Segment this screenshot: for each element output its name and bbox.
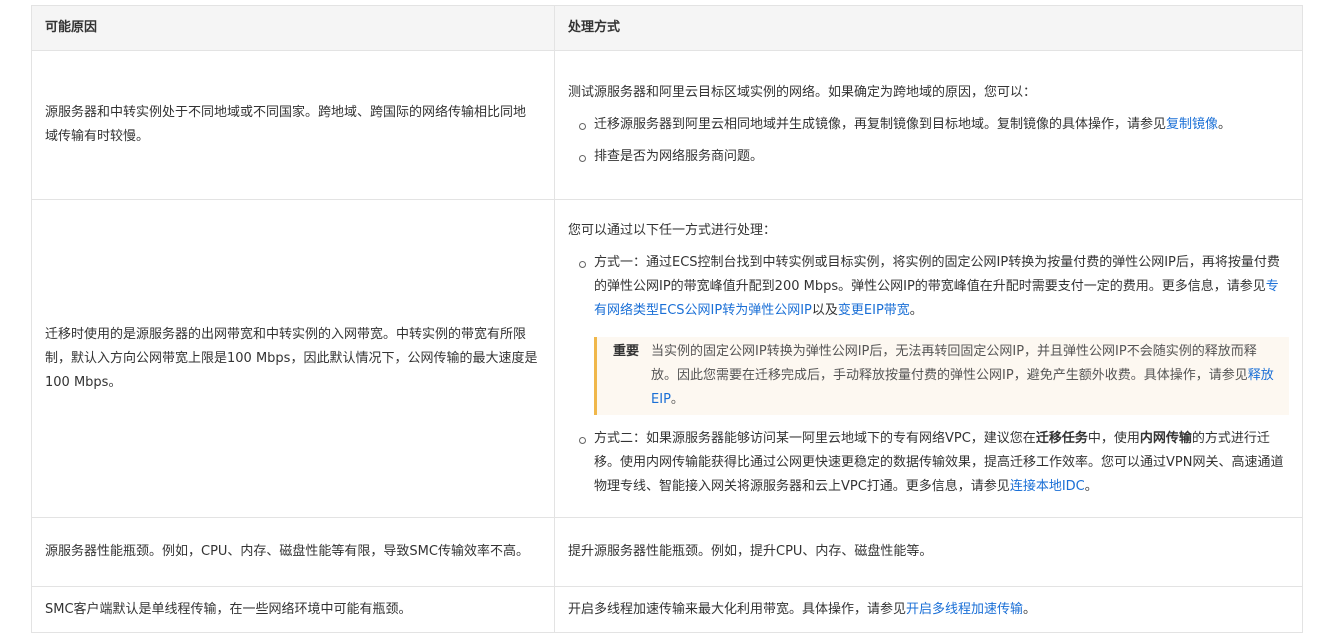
solution-intro: 您可以通过以下任一方式进行处理： bbox=[568, 222, 777, 238]
column-header-cause: 可能原因 bbox=[31, 5, 555, 51]
column-header-solution: 处理方式 bbox=[554, 5, 1303, 51]
list-item: 方式一：通过ECS控制台找到中转实例或目标实例，将实例的固定公网IP转换为按量付… bbox=[568, 251, 1289, 415]
troubleshooting-table: 可能原因 处理方式 源服务器和中转实例处于不同地域或不同国家。跨地域、跨国际的网… bbox=[31, 5, 1303, 633]
solution-list: 方式一：通过ECS控制台找到中转实例或目标实例，将实例的固定公网IP转换为按量付… bbox=[568, 251, 1289, 499]
cause-cell: 源服务器和中转实例处于不同地域或不同国家。跨地域、跨国际的网络传输相比同地域传输… bbox=[31, 50, 555, 200]
important-note: 重要 当实例的固定公网IP转换为弹性公网IP后，无法再转回固定公网IP，并且弹性… bbox=[594, 336, 1289, 415]
note-body: 当实例的固定公网IP转换为弹性公网IP后，无法再转回固定公网IP，并且弹性公网I… bbox=[651, 343, 1274, 407]
solution-cell: 您可以通过以下任一方式进行处理： 方式一：通过ECS控制台找到中转实例或目标实例… bbox=[554, 199, 1303, 518]
cause-cell: 迁移时使用的是源服务器的出网带宽和中转实例的入网带宽。中转实例的带宽有所限制，默… bbox=[31, 199, 555, 518]
intranet-transfer-term: 内网传输 bbox=[1139, 430, 1192, 446]
solution-intro: 测试源服务器和阿里云目标区域实例的网络。如果确定为跨地域的原因，您可以： bbox=[568, 85, 1037, 100]
list-item: 迁移源服务器到阿里云相同地域并生成镜像，再复制镜像到目标地域。复制镜像的具体操作… bbox=[568, 113, 1289, 137]
solution-list: 迁移源服务器到阿里云相同地域并生成镜像，再复制镜像到目标地域。复制镜像的具体操作… bbox=[568, 113, 1289, 169]
table-row: 迁移时使用的是源服务器的出网带宽和中转实例的入网带宽。中转实例的带宽有所限制，默… bbox=[31, 199, 1303, 518]
cause-cell: SMC客户端默认是单线程传输，在一些网络环境中可能有瓶颈。 bbox=[31, 586, 555, 633]
change-eip-bandwidth-link[interactable]: 变更EIP带宽 bbox=[838, 303, 910, 318]
table-header-row: 可能原因 处理方式 bbox=[31, 5, 1303, 51]
table-row: 源服务器性能瓶颈。例如，CPU、内存、磁盘性能等有限，导致SMC传输效率不高。 … bbox=[31, 517, 1303, 587]
cause-cell: 源服务器性能瓶颈。例如，CPU、内存、磁盘性能等有限，导致SMC传输效率不高。 bbox=[31, 517, 555, 587]
solution-cell: 开启多线程加速传输来最大化利用带宽。具体操作，请参见开启多线程加速传输。 bbox=[554, 586, 1303, 633]
list-item: 方式二：如果源服务器能够访问某一阿里云地域下的专有网络VPC，建议您在迁移任务中… bbox=[568, 427, 1289, 499]
note-title: 重要 bbox=[613, 343, 640, 359]
list-item: 排查是否为网络服务商问题。 bbox=[568, 145, 1289, 169]
solution-cell: 测试源服务器和阿里云目标区域实例的网络。如果确定为跨地域的原因，您可以： 迁移源… bbox=[554, 50, 1303, 200]
migration-task-term: 迁移任务 bbox=[1035, 430, 1088, 446]
table-row: SMC客户端默认是单线程传输，在一些网络环境中可能有瓶颈。 开启多线程加速传输来… bbox=[31, 586, 1303, 633]
table-row: 源服务器和中转实例处于不同地域或不同国家。跨地域、跨国际的网络传输相比同地域传输… bbox=[31, 50, 1303, 200]
copy-image-link[interactable]: 复制镜像 bbox=[1166, 117, 1218, 132]
solution-cell: 提升源服务器性能瓶颈。例如，提升CPU、内存、磁盘性能等。 bbox=[554, 517, 1303, 587]
multithread-transfer-link[interactable]: 开启多线程加速传输 bbox=[906, 602, 1023, 617]
connect-idc-link[interactable]: 连接本地IDC bbox=[1010, 479, 1085, 494]
